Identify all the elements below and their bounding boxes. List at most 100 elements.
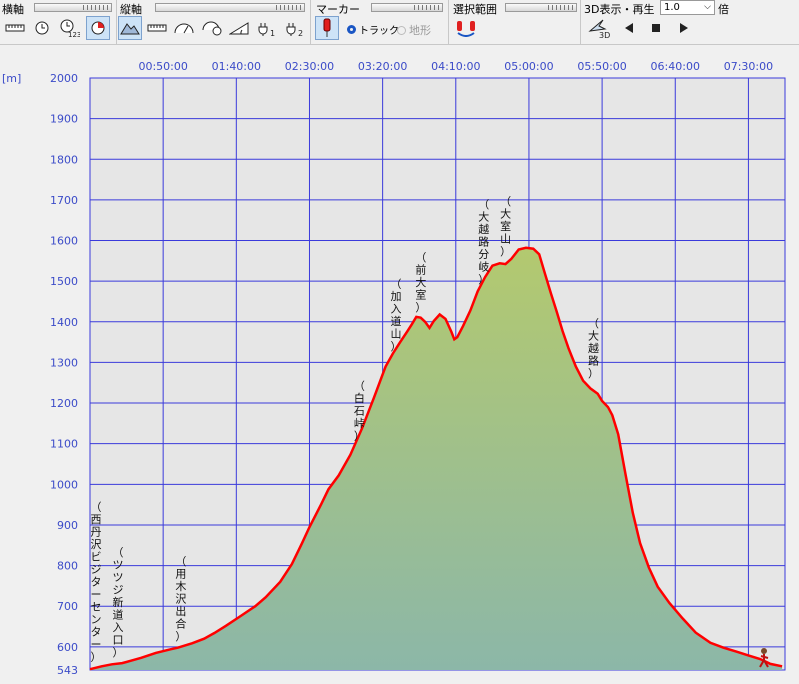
y-tick-label: 1800 [50, 153, 78, 166]
slope-button[interactable] [227, 16, 251, 40]
selection-marker-button[interactable] [455, 16, 479, 40]
annotation-char: 大 [415, 275, 426, 289]
annotation-char: 新 [112, 595, 123, 609]
annotation-char: ツ [112, 558, 123, 571]
horizontal-axis-group: 横軸 123 [0, 0, 117, 44]
annotation-label: （大越路分岐） [478, 198, 489, 286]
annotation-char: （ [354, 380, 365, 393]
annotation-char: （ [112, 546, 123, 559]
x-tick-label: 06:40:00 [651, 60, 700, 73]
elevation-chart: （西丹沢ビジターセンター）（ツツジ新道入口）（用木沢出合）（白石峠）（加入道山）… [0, 45, 799, 684]
speed-gauge-button[interactable] [172, 16, 196, 40]
clock-number-button[interactable]: 123 [57, 16, 81, 40]
annotation-char: ー [91, 588, 102, 601]
toolbar: 横軸 123 縦軸 1 2 マーカー トラック 地形 選択範囲 3D表示・再生 … [0, 0, 799, 45]
annotation-char: ） [500, 245, 511, 258]
annotation-char: （ [478, 198, 489, 211]
vertical-axis-group: 縦軸 1 2 [117, 0, 311, 44]
annotation-label: （ツツジ新道入口） [112, 546, 123, 659]
annotation-char: 越 [478, 222, 489, 236]
annotation-char: 口 [112, 633, 123, 646]
annotation-char: 山 [500, 232, 511, 245]
annotation-char: 石 [354, 405, 365, 418]
clock-number-sub: 123 [68, 31, 80, 38]
y-tick-label: 900 [57, 519, 78, 532]
y-tick-label: 1400 [50, 316, 78, 329]
annotation-char: 路 [478, 235, 489, 248]
annotation-char: 山 [390, 328, 401, 341]
x-tick-label: 05:50:00 [577, 60, 626, 73]
annotation-char: ） [588, 367, 599, 380]
y-tick-label: 1300 [50, 356, 78, 369]
y-tick-label: 600 [57, 641, 78, 654]
playback-group: 3D表示・再生 1.0 ⌵ 倍 3D [581, 0, 799, 44]
annotation-char: ） [390, 340, 401, 353]
x-tick-label: 04:10:00 [431, 60, 480, 73]
x-tick-label: 02:30:00 [285, 60, 334, 73]
y-unit-label: [m] [2, 72, 21, 85]
x-tick-label: 00:50:00 [138, 60, 187, 73]
annotation-char: タ [91, 576, 102, 589]
gauge-clock-button[interactable] [200, 16, 224, 40]
annotation-char: ） [112, 646, 123, 659]
x-tick-label: 01:40:00 [212, 60, 261, 73]
heart-rate-2-button[interactable]: 2 [283, 16, 307, 40]
time-axis-button[interactable] [30, 16, 54, 40]
annotation-char: 出 [175, 604, 186, 618]
annotation-char: ー [91, 638, 102, 651]
marker-pin-button[interactable] [315, 16, 339, 40]
speed-select[interactable]: 1.0 ⌵ [660, 0, 715, 15]
annotation-char: ） [415, 301, 426, 314]
annotation-char: ） [478, 273, 489, 286]
y-tick-label: 800 [57, 560, 78, 573]
distance-axis-button[interactable] [3, 16, 27, 40]
plug-1-sub: 1 [270, 29, 275, 37]
chart-svg: （西丹沢ビジターセンター）（ツツジ新道入口）（用木沢出合）（白石峠）（加入道山）… [2, 60, 786, 677]
radio-terrain[interactable]: 地形 [397, 22, 431, 38]
3d-view-button[interactable]: 3D [585, 16, 615, 40]
selection-group: 選択範囲 [449, 0, 581, 44]
marker-group: マーカー トラック 地形 [311, 0, 449, 44]
elevation-profile-button[interactable] [118, 16, 142, 40]
play-button[interactable] [672, 16, 696, 40]
annotation-char: ジ [112, 583, 123, 596]
clock-range-button[interactable] [86, 16, 110, 40]
annotation-char: 前 [415, 262, 426, 276]
stop-button[interactable] [644, 16, 668, 40]
marker-slider[interactable] [371, 3, 443, 12]
annotation-label: （西丹沢ビジターセンター） [91, 501, 102, 664]
radio-track[interactable]: トラック [347, 22, 399, 37]
radio-track-dot [347, 25, 356, 34]
y-tick-label: 1200 [50, 397, 78, 410]
y-tick-labels: 543 600 700 800 900 1000 1100 1200 1300 1400 1500 1… [50, 72, 78, 677]
horizontal-axis-label: 横軸 [2, 3, 24, 16]
annotation-char: （ [500, 195, 511, 208]
radio-track-label: トラック [359, 26, 399, 37]
rewind-button[interactable] [617, 16, 641, 40]
3d-sub: 3D [599, 31, 610, 39]
vertical-axis-slider[interactable] [155, 3, 305, 12]
annotation-char: （ [91, 501, 102, 514]
y-tick-label: 1100 [50, 438, 78, 451]
annotation-char: 合 [175, 616, 186, 630]
annotation-char: ン [91, 613, 102, 626]
ruler-button[interactable] [145, 16, 169, 40]
annotation-char: （ [415, 251, 426, 264]
annotation-label: （加入道山） [390, 278, 401, 354]
annotation-char: 室 [500, 219, 511, 233]
annotation-char: 加 [390, 290, 401, 303]
heart-rate-1-button[interactable]: 1 [255, 16, 279, 40]
x-tick-label: 03:20:00 [358, 60, 407, 73]
y-tick-label: 2000 [50, 72, 78, 85]
annotation-char: （ [175, 555, 186, 568]
annotation-char: ビ [91, 551, 102, 564]
annotation-label: （前大室） [415, 251, 426, 314]
horizontal-axis-slider[interactable] [34, 3, 112, 12]
annotation-label: （大越路） [588, 317, 599, 380]
y-tick-label: 1600 [50, 235, 78, 248]
annotation-char: 峠 [354, 416, 365, 430]
annotation-char: タ [91, 626, 102, 639]
selection-slider[interactable] [505, 3, 577, 12]
y-tick-label: 1900 [50, 113, 78, 126]
annotation-char: 丹 [91, 526, 102, 539]
